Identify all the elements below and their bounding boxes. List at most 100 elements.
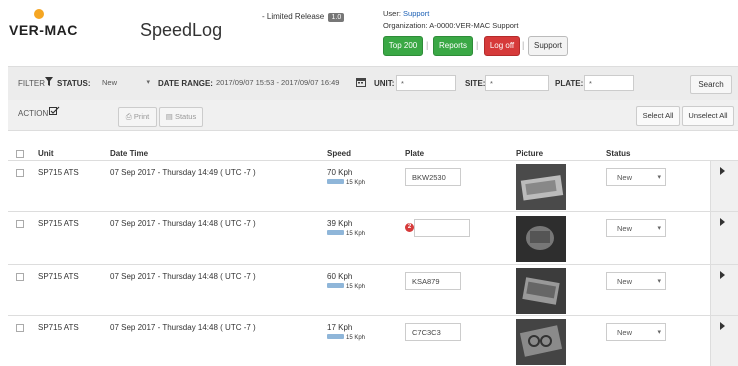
speed-limit: 15 Kph	[327, 332, 365, 341]
datetime-cell: 07 Sep 2017 - Thursday 14:49 ( UTC -7 )	[110, 168, 256, 177]
filter-icon[interactable]	[45, 77, 53, 87]
speed-cell: 17 Kph	[327, 323, 353, 332]
table-row[interactable]: SP715 ATS 07 Sep 2017 - Thursday 14:48 (…	[0, 316, 738, 366]
separator: |	[522, 40, 525, 50]
action-label: ACTION	[18, 109, 49, 118]
speed-limit: 15 Kph	[327, 281, 365, 290]
status-select[interactable]: New ▾	[606, 323, 666, 341]
status-select-value: New	[102, 78, 118, 87]
plate-picture[interactable]	[516, 216, 566, 262]
triangle-right-icon	[720, 322, 725, 330]
date-range-input[interactable]: 2017/09/07 15:53 - 2017/09/07 16:49	[212, 75, 346, 91]
reports-button[interactable]: Reports	[433, 36, 473, 56]
speed-tag	[327, 283, 344, 289]
column-header-unit: Unit	[38, 149, 54, 158]
plate-error-icon: 2	[405, 223, 414, 232]
unit-label: UNIT:	[374, 79, 395, 88]
release-note: - Limited Release 1.0	[262, 12, 345, 22]
caret-down-icon: ▾	[146, 79, 150, 86]
app-title: SpeedLog	[140, 20, 223, 40]
version-badge: 1.0	[328, 13, 345, 22]
speed-limit-value: 15 Kph	[346, 231, 366, 237]
calendar-icon[interactable]	[356, 77, 366, 87]
speed-tag	[327, 334, 344, 340]
status-button-label: Status	[174, 112, 197, 121]
plate-input[interactable]: KSA879	[405, 272, 461, 290]
datetime-cell: 07 Sep 2017 - Thursday 14:48 ( UTC -7 )	[110, 219, 256, 228]
print-button[interactable]: ⎙ Print	[118, 107, 157, 127]
search-button[interactable]: Search	[690, 75, 732, 94]
site-input[interactable]: *	[485, 75, 549, 91]
plate-filter-input[interactable]: *	[584, 75, 634, 91]
speed-tag	[327, 230, 344, 236]
status-select[interactable]: New ▾	[98, 75, 154, 91]
row-expand-button[interactable]	[710, 265, 738, 315]
table-row[interactable]: SP715 ATS 07 Sep 2017 - Thursday 14:49 (…	[0, 161, 738, 211]
org-value: A-0000:VER-MAC Support	[429, 21, 519, 30]
triangle-right-icon	[720, 271, 725, 279]
plate-picture[interactable]	[516, 164, 566, 210]
row-checkbox[interactable]	[16, 220, 24, 228]
user-info: User: Support	[383, 9, 429, 18]
unit-cell: SP715 ATS	[38, 219, 79, 228]
status-select[interactable]: New ▾	[606, 168, 666, 186]
column-header-datetime: Date Time	[110, 149, 149, 158]
user-label: User:	[383, 9, 401, 18]
plate-picture[interactable]	[516, 319, 566, 365]
unit-input[interactable]: *	[396, 75, 456, 91]
status-select-value: New	[617, 277, 633, 286]
status-select[interactable]: New ▾	[606, 219, 666, 237]
select-all-checkbox[interactable]	[16, 150, 24, 158]
release-text: - Limited Release	[262, 12, 325, 21]
support-button[interactable]: Support	[528, 36, 568, 56]
row-checkbox[interactable]	[16, 324, 24, 332]
plate-input[interactable]: C7C3C3	[405, 323, 461, 341]
status-select[interactable]: New ▾	[606, 272, 666, 290]
select-all-button[interactable]: Select All	[636, 106, 680, 126]
caret-down-icon: ▾	[657, 174, 661, 181]
speed-limit-value: 15 Kph	[346, 180, 366, 186]
org-label: Organization:	[383, 21, 428, 30]
filter-label: FILTER	[18, 79, 45, 88]
user-link[interactable]: Support	[403, 9, 429, 18]
table-row[interactable]: SP715 ATS 07 Sep 2017 - Thursday 14:48 (…	[0, 212, 738, 264]
speed-limit-value: 15 Kph	[346, 335, 366, 341]
unit-cell: SP715 ATS	[38, 168, 79, 177]
datetime-cell: 07 Sep 2017 - Thursday 14:48 ( UTC -7 )	[110, 272, 256, 281]
column-header-plate: Plate	[405, 149, 425, 158]
unselect-all-button[interactable]: Unselect All	[682, 106, 734, 126]
plate-input[interactable]	[414, 219, 470, 237]
caret-down-icon: ▾	[657, 329, 661, 336]
logo-sun-icon	[34, 9, 44, 19]
row-checkbox[interactable]	[16, 169, 24, 177]
row-expand-button[interactable]	[710, 316, 738, 366]
speed-limit: 15 Kph	[327, 177, 365, 186]
speed-limit-value: 15 Kph	[346, 284, 366, 290]
print-button-label: Print	[133, 112, 150, 121]
status-select-value: New	[617, 173, 633, 182]
table-row[interactable]: SP715 ATS 07 Sep 2017 - Thursday 14:48 (…	[0, 265, 738, 315]
logoff-button[interactable]: Log off	[484, 36, 520, 56]
unit-cell: SP715 ATS	[38, 272, 79, 281]
top200-button[interactable]: Top 200	[383, 36, 423, 56]
caret-down-icon: ▾	[657, 278, 661, 285]
row-checkbox[interactable]	[16, 273, 24, 281]
logo-text: VER-MAC	[9, 22, 78, 38]
plate-picture[interactable]	[516, 268, 566, 314]
status-button[interactable]: ▤ Status	[159, 107, 203, 127]
row-expand-button[interactable]	[710, 161, 738, 211]
status-select-value: New	[617, 328, 633, 337]
speed-cell: 39 Kph	[327, 219, 353, 228]
triangle-right-icon	[720, 218, 725, 226]
column-header-status: Status	[606, 149, 631, 158]
plate-input[interactable]: BKW2530	[405, 168, 461, 186]
speed-tag	[327, 179, 344, 185]
plate-label: PLATE:	[555, 79, 584, 88]
organization-info: Organization: A-0000:VER-MAC Support	[383, 21, 519, 30]
site-label: SITE:	[465, 79, 486, 88]
separator: |	[476, 40, 479, 50]
document-icon: ▤	[165, 112, 173, 121]
row-expand-button[interactable]	[710, 212, 738, 264]
column-header-speed: Speed	[327, 149, 352, 158]
caret-down-icon: ▾	[657, 225, 661, 232]
